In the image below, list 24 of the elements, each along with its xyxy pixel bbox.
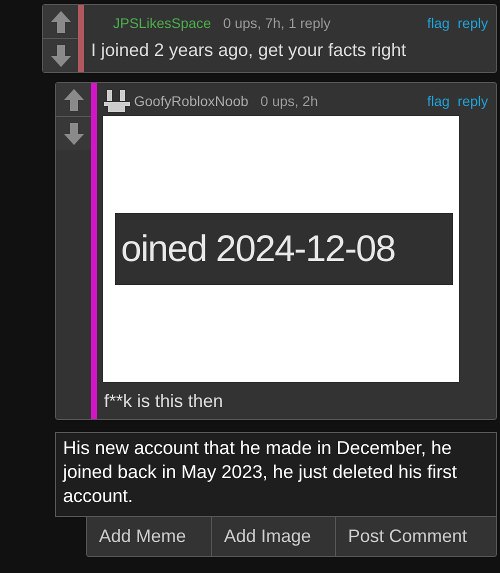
username[interactable]: JPSLikesSpace: [113, 12, 212, 34]
post-comment-button[interactable]: Post Comment: [335, 517, 496, 556]
upvote-button[interactable]: [56, 83, 91, 117]
up-arrow-icon: [64, 88, 84, 110]
flag-link[interactable]: flag: [427, 90, 450, 112]
username[interactable]: GoofyRobloxNoob: [134, 90, 248, 112]
screenshot-text: oined 2024-12-08: [121, 227, 396, 272]
reply-link[interactable]: reply: [458, 90, 488, 112]
comment-meta: 0 ups, 2h: [260, 92, 318, 111]
comment-text: f**k is this then: [104, 390, 224, 413]
reply-link[interactable]: reply: [458, 12, 488, 34]
avatar-icon: [104, 90, 130, 112]
flag-link[interactable]: flag: [427, 12, 450, 34]
comment-text: I joined 2 years ago, get your facts right: [91, 39, 408, 62]
up-arrow-icon: [50, 10, 70, 32]
reply-field[interactable]: His new account that he made in December, he joined back in May 2023, he just deleted his first account.: [55, 432, 497, 517]
upvote-button[interactable]: [43, 5, 78, 39]
downvote-button[interactable]: [56, 117, 91, 150]
down-arrow-icon: [64, 122, 84, 144]
add-meme-button[interactable]: Add Meme: [87, 517, 211, 556]
add-image-button[interactable]: Add Image: [211, 517, 335, 556]
down-arrow-icon: [50, 44, 70, 66]
comment-meta: 0 ups, 7h, 1 reply: [223, 14, 330, 33]
downvote-button[interactable]: [43, 39, 78, 72]
